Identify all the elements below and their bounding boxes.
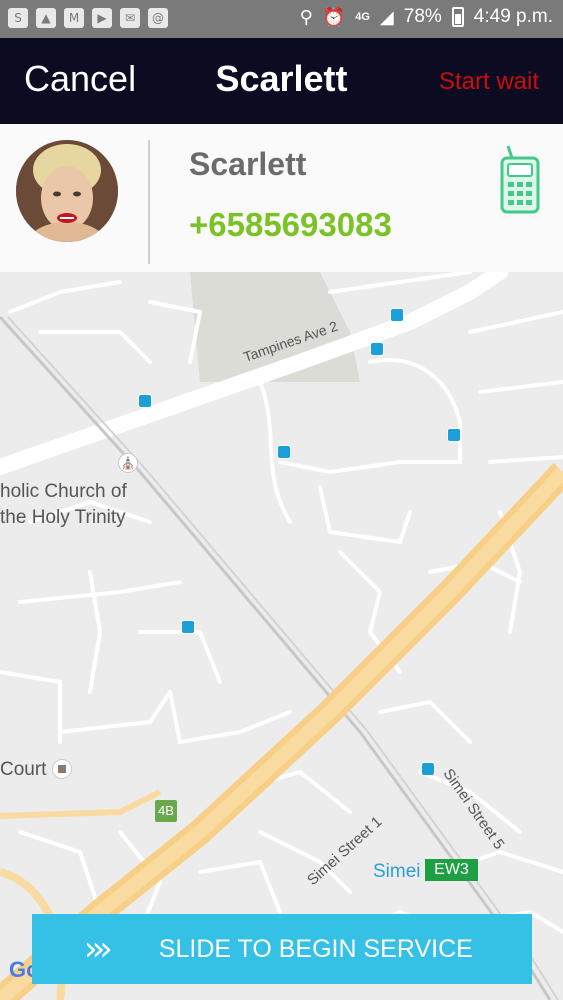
exit-4b-badge: 4B	[155, 800, 177, 822]
status-bar: S ▲ M ▶ ✉ @ ⚲ ⏰ 4G ◢ 78% 4:49 p.m.	[0, 0, 563, 38]
church-label-line2: the Holy Trinity	[0, 507, 126, 528]
image-icon: ▲	[36, 8, 56, 28]
battery-percent: 78%	[403, 6, 442, 27]
gmail-icon: M	[64, 8, 84, 28]
clock: 4:49 p.m.	[473, 6, 553, 27]
map-roads	[0, 272, 563, 1000]
youtube-icon: ▶	[92, 8, 112, 28]
start-wait-button[interactable]: Start wait	[439, 68, 539, 96]
divider	[148, 140, 150, 264]
church-label-line1: holic Church of	[0, 481, 127, 502]
ew3-badge: EW3	[425, 859, 478, 881]
contact-name: Scarlett	[189, 146, 307, 182]
chevron-right-icon: ›››	[84, 929, 113, 969]
avatar	[16, 140, 118, 242]
signal-icon: ◢	[379, 6, 394, 28]
mail-icon: ✉	[120, 8, 140, 28]
bus-stop-icon[interactable]	[421, 762, 435, 776]
call-phone-icon[interactable]	[498, 144, 542, 214]
slide-to-begin-button[interactable]: ››› SLIDE TO BEGIN SERVICE	[32, 914, 532, 984]
court-marker-icon[interactable]	[52, 759, 72, 779]
court-label: Court	[0, 759, 47, 780]
simei-station-label: Simei	[373, 861, 421, 882]
image-gallery-icon: @	[148, 8, 168, 28]
bus-stop-icon[interactable]	[370, 342, 384, 356]
slide-label: SLIDE TO BEGIN SERVICE	[158, 934, 473, 963]
bus-stop-icon[interactable]	[181, 620, 195, 634]
contact-card: Scarlett +6585693083	[0, 124, 563, 272]
location-icon: ⚲	[299, 6, 313, 28]
top-bar: Cancel Scarlett Start wait	[0, 38, 563, 124]
network-type: 4G	[355, 11, 370, 23]
skype-icon: S	[8, 8, 28, 28]
contact-phone[interactable]: +6585693083	[189, 206, 392, 244]
bus-stop-icon[interactable]	[447, 428, 461, 442]
bus-stop-icon[interactable]	[390, 308, 404, 322]
notification-icons: S ▲ M ▶ ✉ @	[8, 8, 168, 28]
map-view[interactable]: ⛪ Tampines Ave 2 holic Church of the Hol…	[0, 272, 563, 1000]
battery-icon	[451, 7, 464, 27]
alarm-icon: ⏰	[322, 6, 346, 28]
bus-stop-icon[interactable]	[138, 394, 152, 408]
bus-stop-icon[interactable]	[277, 445, 291, 459]
church-icon[interactable]: ⛪	[118, 453, 138, 473]
